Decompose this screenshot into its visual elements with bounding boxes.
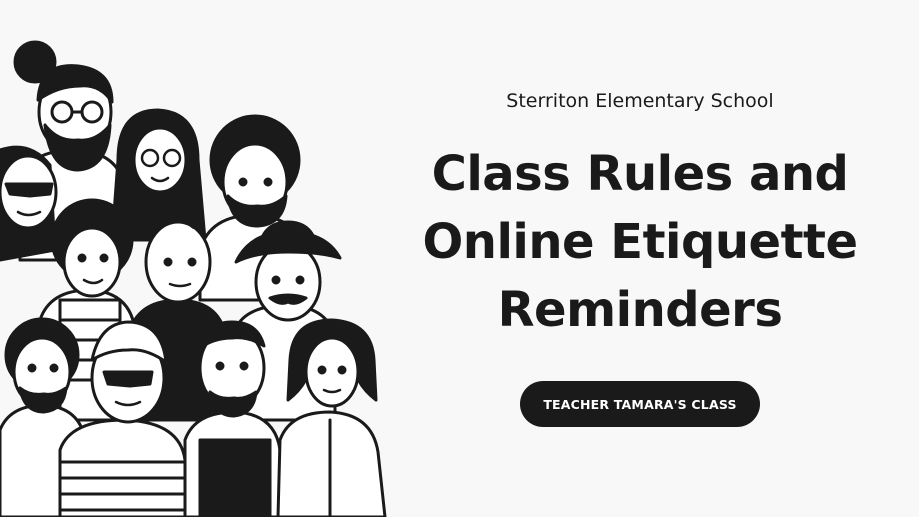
title-line-2: Online Etiquette (422, 214, 858, 270)
title-line-3: Reminders (497, 282, 783, 338)
diverse-people-crowd-illustration (0, 40, 387, 517)
title-line-1: Class Rules and (431, 146, 849, 202)
class-badge: TEACHER TAMARA'S CLASS (520, 381, 760, 427)
title-panel: Sterriton Elementary School Class Rules … (380, 0, 900, 517)
person-sunglasses-left (0, 145, 58, 262)
slide-title: Class Rules and Online Etiquette Reminde… (380, 140, 900, 344)
presentation-slide: Sterriton Elementary School Class Rules … (0, 0, 919, 517)
school-name: Sterriton Elementary School (506, 90, 774, 112)
